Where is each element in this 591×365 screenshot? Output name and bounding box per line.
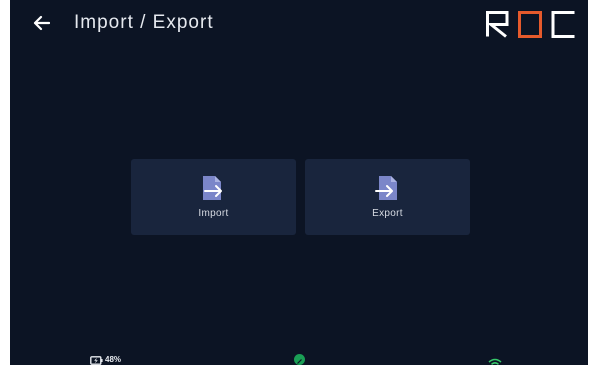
- battery-percentage: 48%: [105, 355, 122, 364]
- battery-indicator: 48%: [90, 355, 121, 365]
- screen: Import / Export Import Export 48%: [10, 0, 588, 365]
- status-bar: 48%: [10, 350, 588, 365]
- battery-charging-icon: [90, 355, 103, 365]
- file-export-icon: [375, 176, 397, 200]
- sync-status-icon: [294, 354, 305, 365]
- export-button[interactable]: Export: [305, 159, 470, 235]
- export-label: Export: [372, 208, 403, 219]
- wifi-icon: [488, 355, 502, 365]
- roc-logo: [486, 11, 578, 38]
- file-import-icon: [203, 176, 222, 200]
- header: Import / Export: [10, 0, 588, 46]
- import-label: Import: [198, 208, 229, 219]
- arrow-left-icon: [33, 15, 50, 31]
- back-button[interactable]: [30, 12, 52, 34]
- import-button[interactable]: Import: [131, 159, 296, 235]
- page-title: Import / Export: [74, 12, 214, 33]
